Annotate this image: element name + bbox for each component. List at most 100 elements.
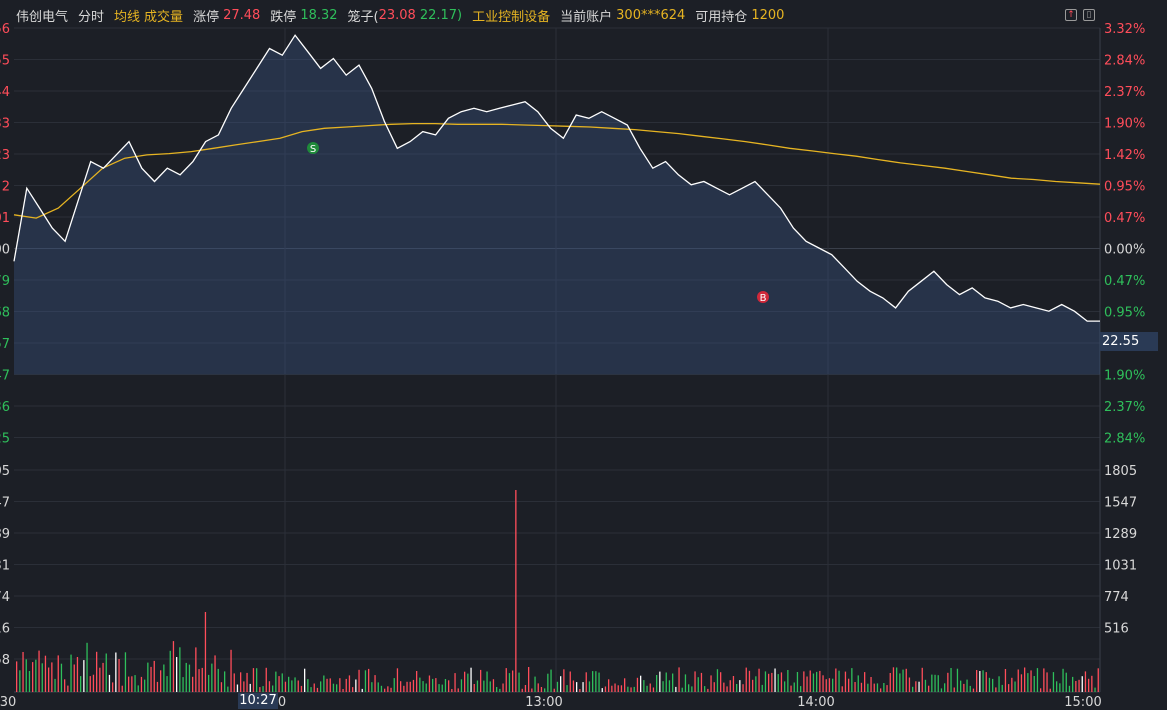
volume-bar: [537, 683, 539, 692]
volume-bar: [950, 668, 952, 692]
volume-bar: [582, 682, 584, 692]
volume-bar: [880, 688, 882, 692]
volume-bar: [486, 671, 488, 692]
volume-bar: [707, 688, 709, 692]
volume-bar: [905, 668, 907, 692]
volume-bar: [249, 683, 251, 692]
volume-bar: [771, 672, 773, 692]
volume-bar: [1059, 683, 1061, 692]
volume-bar: [67, 685, 69, 692]
volume-bar: [172, 641, 175, 692]
volume-bar: [230, 649, 232, 692]
volume-bar: [323, 675, 325, 692]
volume-bar: [345, 678, 347, 692]
volume-bar: [428, 675, 431, 692]
volume-bar: [60, 663, 63, 692]
volume-bar: [560, 676, 562, 692]
volume-bar: [409, 681, 411, 692]
volume-bar: [796, 672, 799, 692]
volume-bar: [985, 672, 987, 692]
volume-bar: [188, 664, 191, 692]
volume-bar: [604, 686, 607, 692]
volume-bar: [16, 661, 18, 692]
volume-bar: [393, 678, 395, 692]
volume-bar: [150, 666, 152, 692]
volume-bar: [585, 672, 587, 692]
volume-bar: [915, 681, 917, 692]
volume-bar: [83, 660, 85, 692]
volume-bar: [332, 683, 335, 692]
volume-bar: [928, 685, 930, 692]
volume-bar: [659, 671, 661, 692]
volume-bar: [592, 671, 594, 692]
volume-bar: [41, 663, 43, 692]
price-axis-right-tick: 1.90%: [1104, 369, 1145, 384]
volume-bar: [259, 687, 261, 692]
volume-bar: [112, 682, 114, 692]
volume-bar: [672, 673, 674, 692]
time-highlight: 10:27: [238, 693, 278, 709]
volume-bar: [691, 686, 693, 692]
volume-bar: [812, 673, 815, 692]
volume-bar: [128, 676, 130, 692]
volume-bar: [665, 672, 667, 692]
volume-bar: [457, 688, 459, 692]
volume-bar: [544, 688, 546, 692]
volume-bar: [611, 685, 613, 692]
volume-bar: [617, 685, 619, 692]
volume-bar: [240, 672, 242, 692]
volume-axis-left-tick: 547: [0, 496, 10, 511]
volume-bar: [1036, 668, 1039, 692]
volume-bar: [307, 679, 309, 692]
volume-bar: [262, 686, 264, 692]
volume-bar: [608, 679, 610, 692]
volume-bar: [329, 678, 331, 692]
volume-bar: [438, 684, 440, 692]
volume-bar: [870, 677, 872, 692]
volume-bar: [569, 671, 571, 692]
price-axis-right-tick: 2.37%: [1104, 85, 1145, 100]
volume-bar: [819, 670, 821, 692]
price-axis-right-tick: 2.84%: [1104, 432, 1145, 447]
volume-bar: [147, 662, 149, 692]
volume-bar: [675, 686, 677, 692]
volume-bar: [505, 668, 507, 692]
volume-bar: [400, 681, 402, 692]
volume-bar: [313, 683, 315, 692]
volume-bar: [944, 683, 946, 692]
volume-axis-right-tick: 1289: [1104, 527, 1137, 542]
volume-bar: [844, 671, 847, 692]
volume-bar: [403, 685, 405, 692]
volume-bar: [595, 671, 597, 692]
volume-bar: [124, 652, 127, 692]
volume-bar: [1068, 685, 1071, 692]
volume-bar: [252, 668, 255, 692]
volume-bar: [662, 681, 664, 692]
volume-bar: [713, 682, 715, 692]
volume-bar: [342, 689, 344, 692]
volume-bar: [883, 683, 885, 692]
price-axis-right-tick: 2.84%: [1104, 54, 1145, 69]
volume-bar: [556, 681, 559, 692]
volume-bar: [896, 667, 898, 692]
volume-bar: [169, 650, 171, 692]
volume-bar: [761, 684, 763, 692]
volume-bar: [304, 668, 306, 692]
volume-bar: [291, 680, 293, 692]
volume-axis-right-tick: 774: [1104, 590, 1129, 605]
volume-bar: [668, 680, 671, 692]
volume-bar: [99, 667, 101, 692]
volume-bar: [576, 682, 578, 692]
volume-bar: [892, 667, 895, 692]
volume-bar: [921, 667, 923, 692]
intraday-chart[interactable]: 56 55 44 33 23 2 01 00 79 68 57 47 36 25 3.32% 2.84% 2.3…: [0, 0, 1167, 710]
volume-bar: [720, 672, 722, 692]
volume-bar: [278, 676, 280, 692]
volume-bar: [806, 676, 808, 692]
volume-bar: [211, 663, 213, 692]
volume-bar: [528, 667, 530, 692]
volume-bar: [416, 671, 418, 692]
volume-bar: [35, 659, 37, 692]
volume-bar: [876, 683, 879, 692]
volume-bar: [995, 687, 997, 692]
